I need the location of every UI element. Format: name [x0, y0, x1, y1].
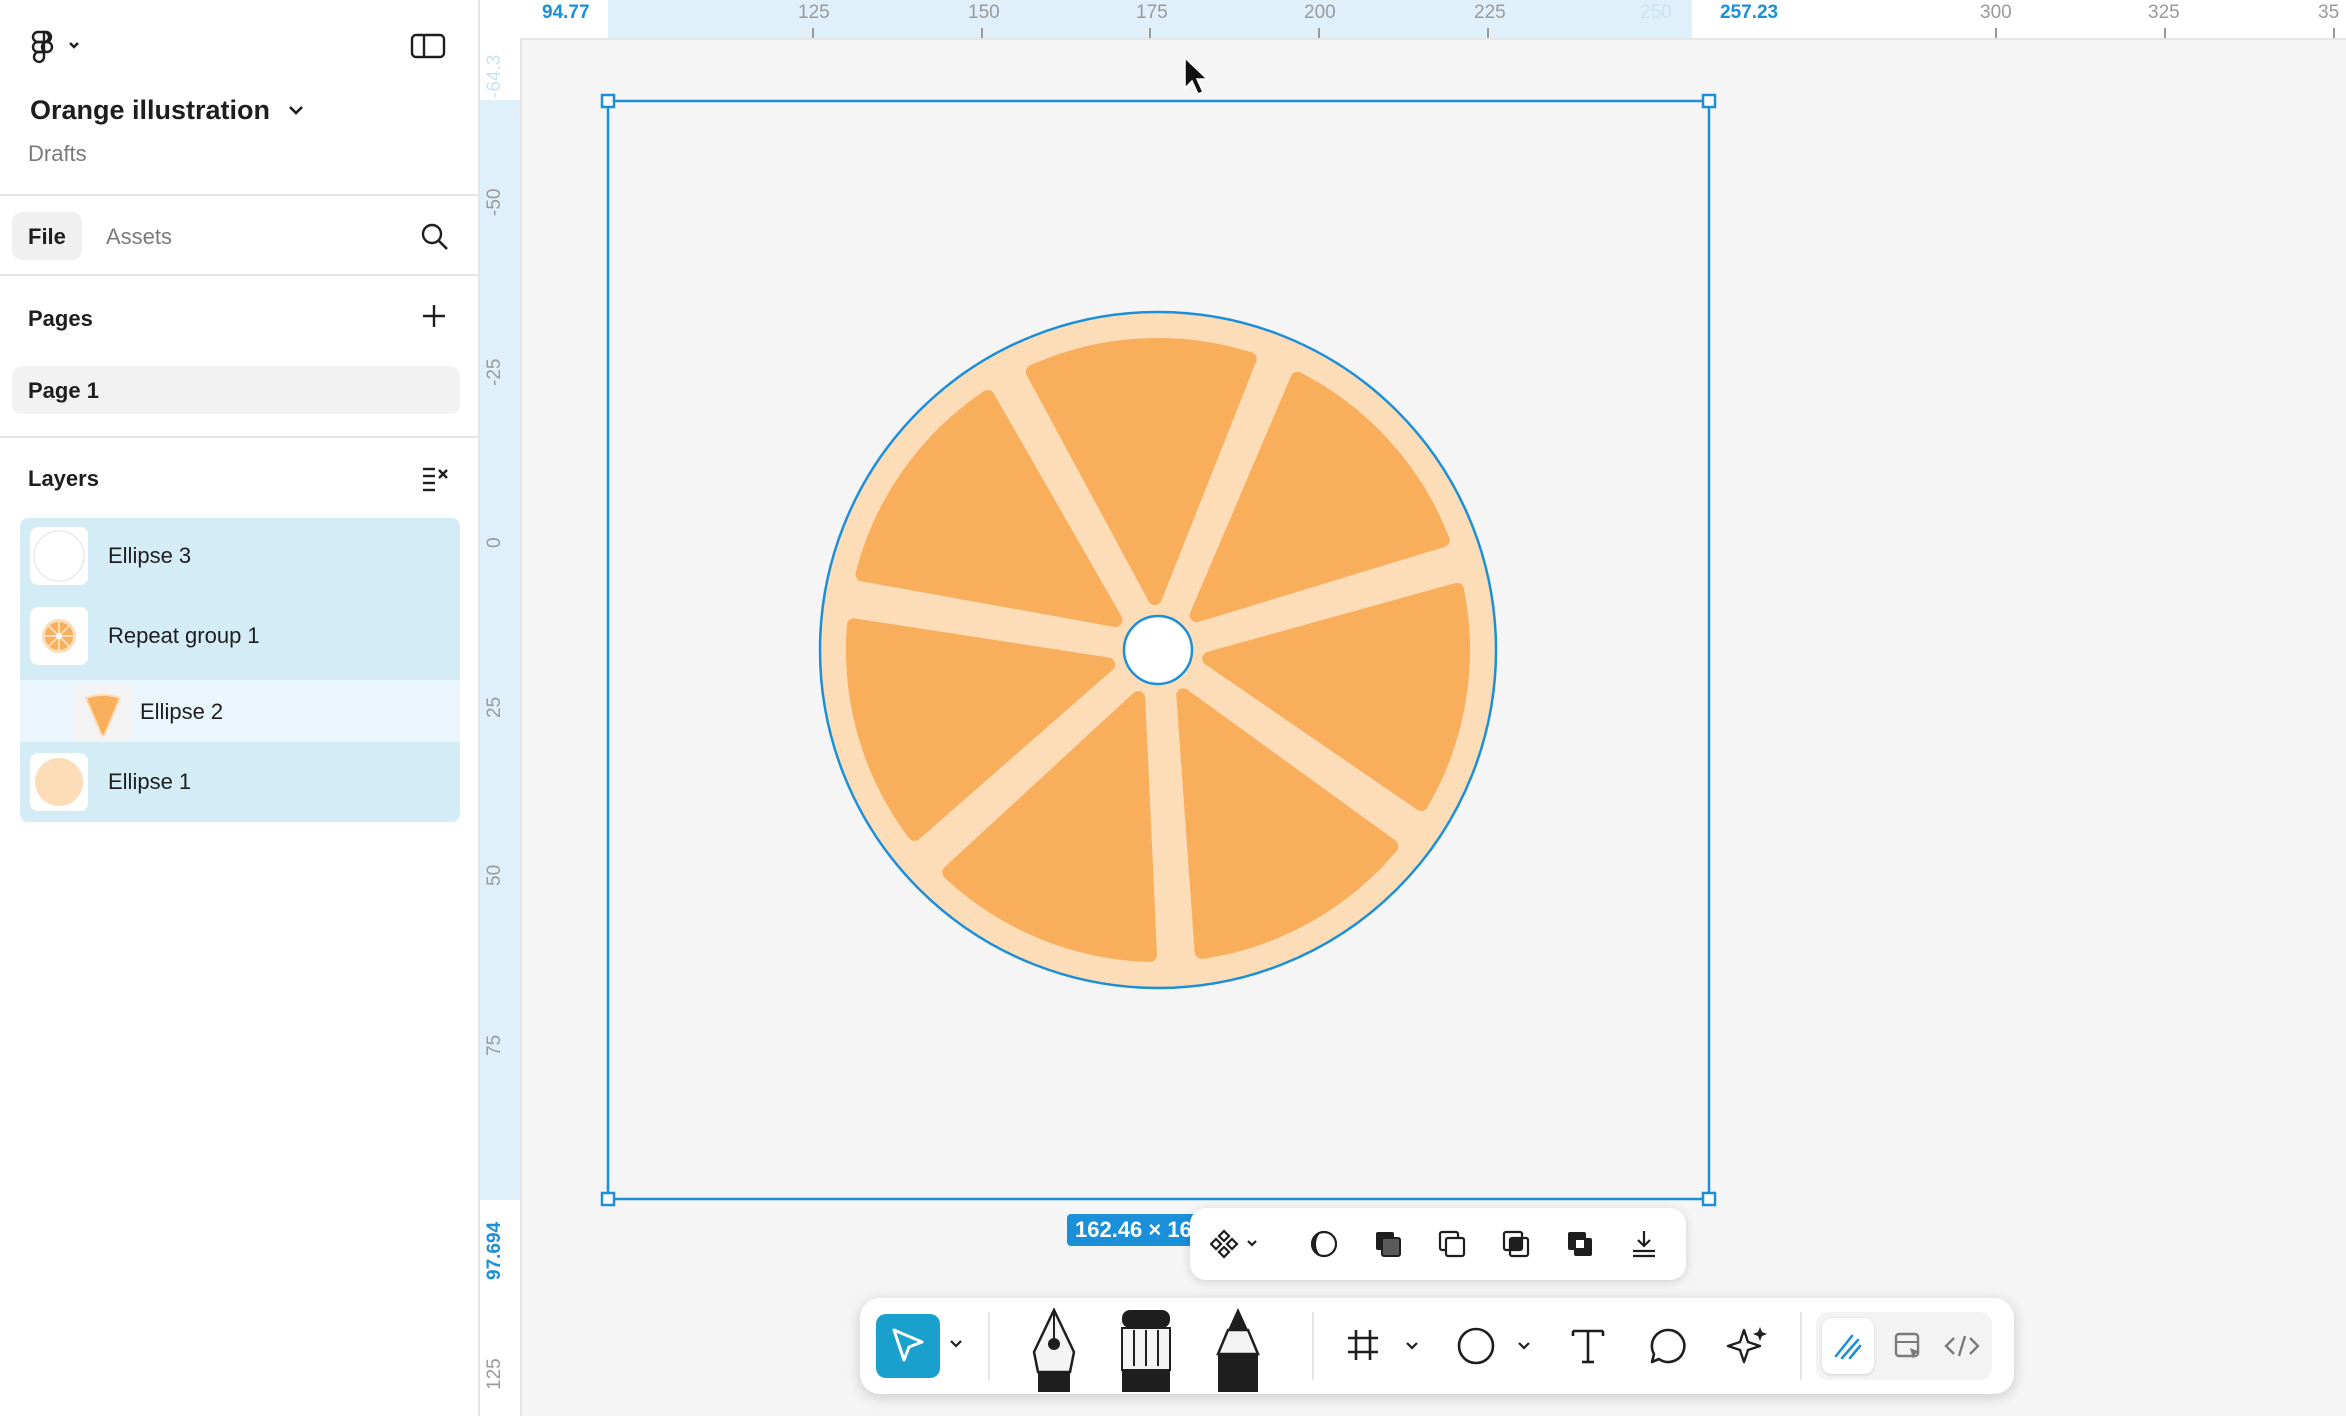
layer-row-ellipse-1[interactable]: Ellipse 1: [20, 746, 460, 818]
chevron-down-icon[interactable]: [1404, 1338, 1420, 1359]
ruler-label: -25: [484, 358, 505, 386]
ruler-label: 125: [484, 1358, 505, 1390]
horizontal-ruler: 94.77 125 150 175 200 225 250 257.23 300…: [480, 0, 2346, 40]
ruler-label: -50: [484, 188, 505, 216]
main-toolbar: [860, 1298, 2014, 1394]
ruler-label: 325: [2148, 2, 2180, 23]
vertical-ruler: -64.3 -50 -25 0 25 50 75 97.694 125: [480, 38, 522, 1416]
brush-icon[interactable]: [1116, 1306, 1176, 1397]
comment-icon[interactable]: [1648, 1326, 1688, 1371]
flatten-icon[interactable]: [1628, 1228, 1660, 1265]
divider: [0, 194, 478, 196]
page-item-label: Page 1: [28, 378, 99, 403]
resize-handle[interactable]: [1701, 1191, 1717, 1207]
file-name[interactable]: Orange illustration: [30, 95, 270, 126]
layer-thumb: [30, 753, 88, 811]
layer-filter-icon[interactable]: [420, 464, 450, 492]
resize-handle[interactable]: [1701, 93, 1717, 109]
subtract-icon[interactable]: [1436, 1228, 1468, 1265]
divider: [0, 274, 478, 276]
ruler-label: 97.694: [484, 1221, 505, 1280]
tab-assets[interactable]: Assets: [106, 224, 172, 250]
chevron-down-icon[interactable]: [1516, 1338, 1532, 1359]
page-item[interactable]: Page 1: [12, 366, 460, 414]
search-icon[interactable]: [420, 222, 450, 252]
layer-row-ellipse-3[interactable]: Ellipse 3: [20, 520, 460, 592]
ruler-label: 200: [1304, 2, 1336, 23]
ruler-ticks: [812, 28, 2335, 38]
mask-icon[interactable]: [1308, 1228, 1340, 1265]
ellipse-icon[interactable]: [1456, 1326, 1496, 1371]
text-icon[interactable]: [1568, 1326, 1608, 1371]
orange-slice-illustration[interactable]: [818, 310, 1498, 990]
union-icon[interactable]: [1372, 1228, 1404, 1265]
sidebar-toggle-icon[interactable]: [410, 33, 446, 59]
ellipse-3[interactable]: [1122, 614, 1194, 686]
orange-slice-icon: [30, 607, 88, 665]
tab-file[interactable]: File: [12, 212, 82, 260]
chevron-down-icon[interactable]: [286, 101, 306, 119]
left-sidebar: Orange illustration Drafts File Assets P…: [0, 0, 480, 1416]
resize-handle[interactable]: [600, 1191, 616, 1207]
dimension-badge: 162.46 × 16: [1067, 1214, 1200, 1246]
ai-sparkle-icon[interactable]: [1726, 1324, 1770, 1373]
ruler-label: 94.77: [542, 2, 590, 23]
layers-heading: Layers: [28, 466, 99, 491]
ruler-label: 150: [968, 2, 1000, 23]
pen-icon[interactable]: [1024, 1307, 1084, 1397]
ruler-label: 300: [1980, 2, 2012, 23]
chevron-down-icon[interactable]: [948, 1336, 964, 1357]
mouse-cursor-icon: [1184, 56, 1209, 95]
toolbar-divider: [988, 1312, 990, 1380]
ruler-label: 257.23: [1720, 2, 1779, 23]
add-page-icon[interactable]: [420, 302, 448, 330]
toolbar-divider: [1312, 1312, 1314, 1380]
file-location[interactable]: Drafts: [28, 141, 87, 167]
move-tool-icon[interactable]: [876, 1314, 940, 1378]
mode-switcher: [1816, 1312, 1992, 1380]
ruler-label: 125: [798, 2, 830, 23]
orange-wedge-icon: [74, 684, 132, 742]
layer-row-ellipse-2[interactable]: Ellipse 2: [20, 680, 460, 742]
ruler-label: 175: [1136, 2, 1168, 23]
layer-label: Ellipse 2: [140, 699, 224, 724]
frame-icon[interactable]: [1346, 1328, 1380, 1367]
pencil-icon[interactable]: [1208, 1304, 1268, 1397]
layer-row-repeat-group-1[interactable]: Repeat group 1: [20, 600, 460, 672]
design-mode-icon[interactable]: [1882, 1318, 1934, 1374]
toolbar-divider: [1800, 1312, 1802, 1380]
ruler-label: 25: [484, 696, 505, 718]
ruler-label: 0: [484, 537, 505, 548]
figma-logo-icon[interactable]: [28, 30, 84, 64]
layer-label: Ellipse 1: [108, 769, 192, 794]
component-icon[interactable]: [1209, 1228, 1266, 1265]
tab-file-label: File: [28, 224, 66, 249]
selection-actions-toolbar: [1190, 1208, 1686, 1280]
draw-mode-icon[interactable]: [1822, 1318, 1874, 1374]
divider: [0, 436, 478, 438]
ruler-label: -64.3: [484, 54, 505, 98]
ruler-label: 50: [484, 864, 505, 886]
resize-handle[interactable]: [600, 93, 616, 109]
layer-thumb: [30, 527, 88, 585]
ruler-label: 35: [2318, 2, 2340, 23]
dev-mode-icon[interactable]: [1936, 1318, 1988, 1374]
layer-label: Ellipse 3: [108, 543, 192, 568]
ruler-label: 250: [1640, 2, 1672, 23]
intersect-icon[interactable]: [1500, 1228, 1532, 1265]
pages-heading: Pages: [28, 306, 93, 331]
ruler-label: 225: [1474, 2, 1506, 23]
exclude-icon[interactable]: [1564, 1228, 1596, 1265]
layer-label: Repeat group 1: [108, 623, 260, 648]
ruler-label: 75: [484, 1034, 505, 1056]
